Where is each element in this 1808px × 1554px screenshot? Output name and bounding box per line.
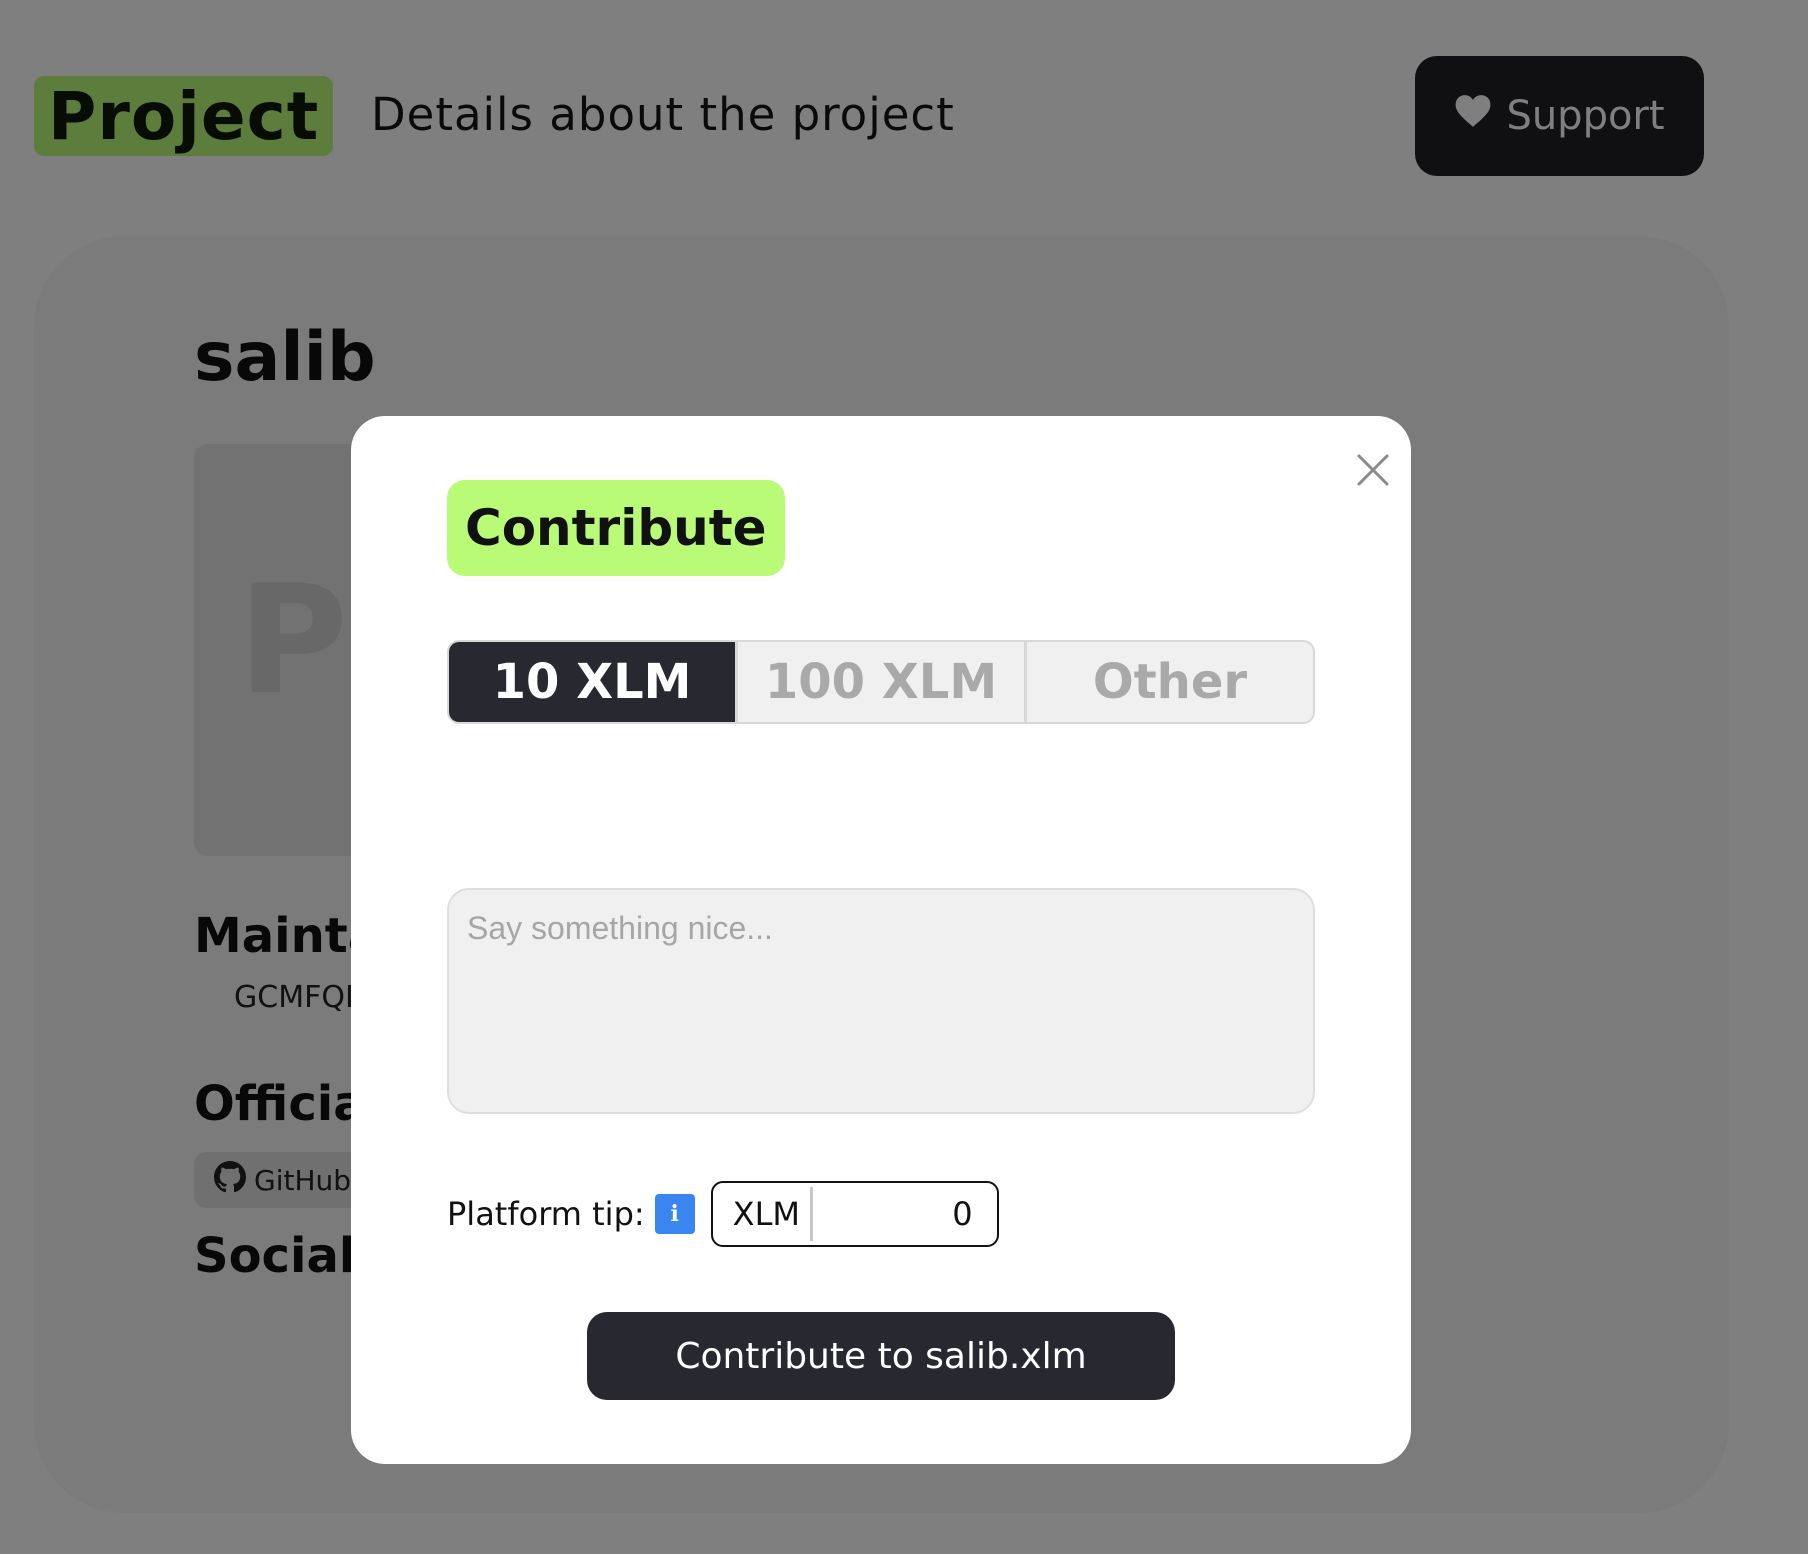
close-button[interactable]	[1347, 446, 1399, 498]
tip-amount-value[interactable]: 0	[813, 1195, 997, 1233]
tip-amount-field[interactable]: XLM 0	[710, 1181, 999, 1247]
amount-option-10-xlm[interactable]: 10 XLM	[449, 642, 735, 722]
close-icon	[1355, 452, 1391, 492]
platform-tip-row: Platform tip: i XLM 0	[447, 1180, 999, 1248]
platform-tip-label: Platform tip:	[447, 1195, 645, 1233]
amount-option-100-xlm[interactable]: 100 XLM	[735, 642, 1024, 722]
modal-title: Contribute	[447, 480, 785, 576]
message-input[interactable]	[447, 888, 1315, 1114]
amount-selector: 10 XLM 100 XLM Other	[447, 640, 1315, 724]
amount-option-other[interactable]: Other	[1024, 642, 1313, 722]
contribute-submit-button[interactable]: Contribute to salib.xlm	[587, 1312, 1175, 1400]
info-icon[interactable]: i	[654, 1194, 695, 1234]
tip-currency-label: XLM	[732, 1195, 801, 1233]
contribute-modal: Contribute 10 XLM 100 XLM Other Platform…	[351, 416, 1411, 1464]
